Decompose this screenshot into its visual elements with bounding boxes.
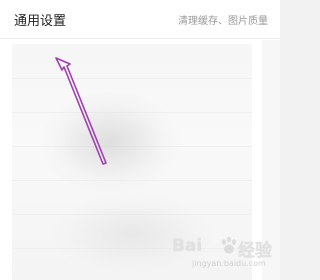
- watermark-brand-right: 经验: [238, 241, 272, 261]
- baidu-jingyan-watermark: Bai 经验 jingyan.baidu.com: [168, 236, 276, 276]
- paw-icon: [222, 236, 236, 254]
- settings-panel: 通用设置 清理缓存、图片质量 Bai 经验 jingyan.baidu.com: [0, 0, 280, 280]
- watermark-url: jingyan.baidu.com: [192, 259, 266, 268]
- watermark-brand-left: Bai: [172, 236, 203, 256]
